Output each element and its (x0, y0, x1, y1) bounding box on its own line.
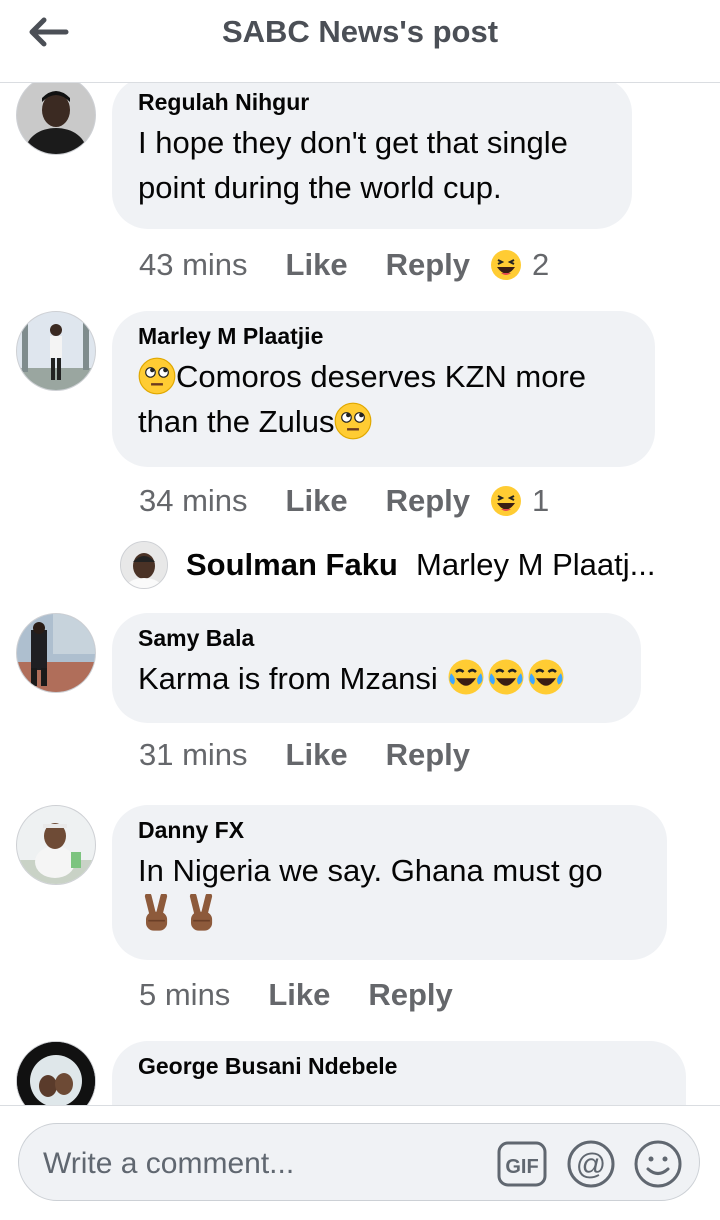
victory-hand-icon (189, 894, 212, 931)
reply-button[interactable]: Reply (386, 737, 470, 773)
gif-button[interactable]: GIF (497, 1139, 547, 1189)
comment-bubble[interactable]: Regulah Nihgur I hope they don't get tha… (112, 83, 632, 229)
like-button[interactable]: Like (268, 977, 330, 1013)
comment-meta: 5 mins Like Reply (139, 977, 453, 1013)
face-with-rolling-eyes-icon (138, 357, 176, 395)
reply-button[interactable]: Reply (386, 247, 470, 283)
reply-author[interactable]: Soulman Faku (186, 547, 398, 583)
comment-meta: 43 mins Like Reply 2 (139, 247, 549, 283)
avatar[interactable] (16, 83, 96, 155)
comment-author[interactable]: Regulah Nihgur (138, 89, 606, 116)
comment-meta: 34 mins Like Reply 1 (139, 483, 549, 519)
comment-author[interactable]: Marley M Plaatjie (138, 323, 629, 350)
like-button[interactable]: Like (286, 483, 348, 519)
comment-bubble[interactable]: Danny FX In Nigeria we say. Ghana must g… (112, 805, 667, 960)
comments-list[interactable]: Regulah Nihgur I hope they don't get tha… (0, 83, 720, 1105)
laughing-emoji-icon (491, 250, 521, 280)
avatar[interactable] (16, 1041, 96, 1105)
face-with-tears-of-joy-icon (528, 659, 564, 695)
avatar[interactable] (16, 311, 96, 391)
reaction-summary[interactable]: 2 (490, 247, 549, 283)
smiley-icon (634, 1140, 682, 1188)
face-with-tears-of-joy-icon (488, 659, 524, 695)
comment-time[interactable]: 34 mins (139, 483, 248, 519)
reaction-count: 1 (532, 483, 550, 518)
face-with-tears-of-joy-icon (448, 659, 484, 695)
like-button[interactable]: Like (286, 247, 348, 283)
reaction-summary[interactable]: 1 (490, 483, 549, 519)
victory-hand-icon (144, 894, 168, 931)
reply-button[interactable]: Reply (368, 977, 452, 1013)
mention-button[interactable]: @ (566, 1139, 616, 1189)
comment-composer[interactable]: GIF @ (18, 1123, 700, 1201)
comment-meta: 31 mins Like Reply (139, 737, 470, 773)
emoji-button[interactable] (633, 1139, 683, 1189)
laughing-emoji-icon (491, 486, 521, 516)
comment-time[interactable]: 43 mins (139, 247, 248, 283)
avatar[interactable] (16, 613, 96, 693)
comment-text: In Nigeria we say. Ghana must go (138, 848, 641, 938)
top-bar: SABC News's post (0, 0, 720, 83)
svg-text:@: @ (576, 1148, 606, 1181)
comment-composer-bar: GIF @ (0, 1105, 720, 1220)
comment-text: Karma is from Mzansi (138, 656, 615, 701)
comment-bubble[interactable]: Marley M Plaatjie Comoros deserves KZN m… (112, 311, 655, 467)
comment-text: Comoros deserves KZN more than the Zulus (138, 357, 587, 440)
page-title: SABC News's post (221, 14, 499, 49)
comment-text: I hope they don't get that single point … (138, 125, 568, 205)
svg-text:GIF: GIF (505, 1156, 538, 1178)
reaction-count: 2 (532, 247, 550, 282)
comment-time[interactable]: 5 mins (139, 977, 230, 1013)
comment-input[interactable] (41, 1144, 465, 1184)
face-with-rolling-eyes-icon (335, 402, 372, 440)
like-button[interactable]: Like (286, 737, 348, 773)
comment-author[interactable]: Samy Bala (138, 625, 615, 652)
comment-author[interactable]: Danny FX (138, 817, 641, 844)
reply-button[interactable]: Reply (386, 483, 470, 519)
comment-author[interactable]: George Busani Ndebele (138, 1053, 660, 1080)
at-sign-icon: @ (567, 1140, 615, 1188)
comment-time[interactable]: 31 mins (139, 737, 248, 773)
avatar[interactable] (120, 541, 168, 589)
reply-text: Marley M Plaatj... (416, 547, 656, 582)
comment-bubble[interactable]: George Busani Ndebele (112, 1041, 686, 1105)
comment-bubble[interactable]: Samy Bala Karma is from Mzansi (112, 613, 641, 723)
avatar[interactable] (16, 805, 96, 885)
gif-icon: GIF (497, 1141, 547, 1187)
